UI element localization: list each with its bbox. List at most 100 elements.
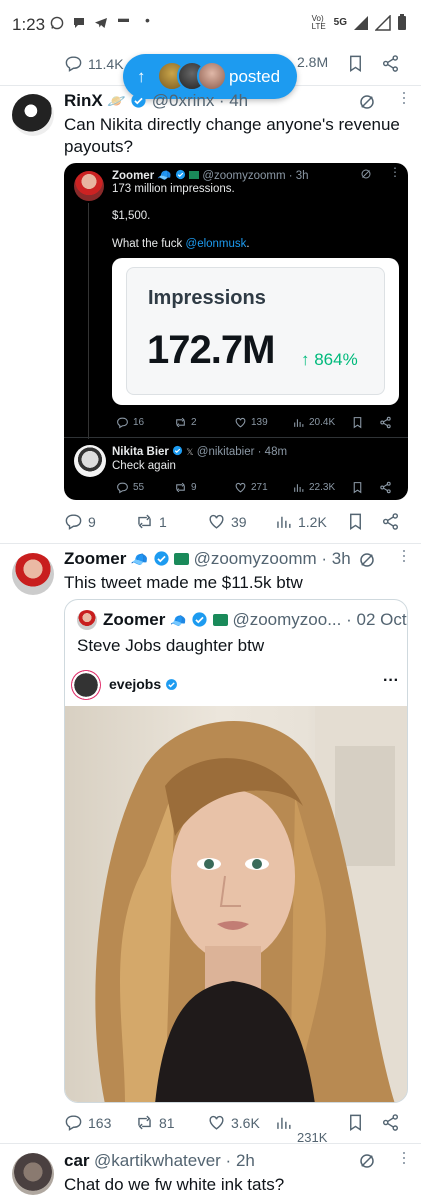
views-button: 22.3K: [292, 481, 335, 494]
more-icon: ⋮: [389, 165, 401, 179]
repost-icon: [138, 1115, 151, 1130]
views-count: 20.4K: [309, 417, 336, 428]
share-icon: [380, 481, 391, 494]
avatar: [74, 171, 104, 201]
grok-icon[interactable]: [358, 93, 376, 111]
cap-icon: 🧢: [157, 170, 172, 182]
views-icon: [277, 1117, 291, 1129]
repost-button: 2: [174, 416, 197, 429]
views-count[interactable]: 2.8M: [297, 54, 328, 70]
impressions-value: 172.7M: [147, 328, 275, 372]
grok-icon[interactable]: [358, 1152, 376, 1170]
views-icon: [294, 484, 304, 492]
reply-button: 55: [116, 481, 144, 494]
author-handle: @zoomyzoomm · 3h: [202, 170, 309, 182]
bookmark-button: [351, 416, 364, 429]
grok-icon[interactable]: [358, 551, 376, 569]
repost-icon: [176, 417, 185, 428]
views-count: 22.3K: [309, 482, 336, 493]
volte-label: Vo) LTE: [311, 13, 326, 31]
more-icon[interactable]: ···: [394, 548, 415, 563]
like-count: 3.6K: [231, 1114, 260, 1131]
like-button: 139: [234, 416, 268, 429]
repost-icon: [138, 514, 151, 529]
more-icon[interactable]: ···: [394, 1150, 415, 1165]
battery-icon: [398, 14, 406, 30]
impressions-card: Impressions 172.7M ↑ 864%: [112, 258, 399, 405]
like-button[interactable]: 39: [207, 512, 247, 531]
repost-count: 9: [191, 482, 197, 493]
author-handle[interactable]: @zoomyzoomm · 3h: [194, 549, 351, 568]
like-button[interactable]: 3.6K: [207, 1113, 260, 1132]
views-button[interactable]: [274, 1113, 293, 1132]
tweet-text: Can Nikita directly change anyone's reve…: [64, 115, 400, 156]
views-count-label: 2.8M: [297, 54, 329, 70]
embedded-header: Zoomer 🧢 @zoomyzoomm · 3h: [112, 168, 309, 182]
reply-count: 11.4K: [88, 55, 124, 72]
chat-bubble-icon: [72, 16, 86, 33]
quote-tweet[interactable]: Zoomer 🧢 @zoomyzoo... · 02 Oct Steve Job…: [64, 599, 408, 1103]
repost-button[interactable]: 1: [135, 512, 167, 531]
reply-icon: [117, 482, 128, 494]
cap-icon: 🧢: [170, 613, 187, 628]
cap-icon: 🧢: [130, 551, 149, 567]
views-count: 1.2K: [298, 513, 327, 530]
author-handle[interactable]: @kartikwhatever · 2h: [94, 1151, 255, 1170]
repost-count: 81: [159, 1114, 175, 1131]
reply-button[interactable]: 163: [64, 1113, 111, 1132]
share-icon: [380, 416, 391, 429]
heart-icon: [235, 417, 246, 428]
share-button[interactable]: [381, 1113, 400, 1132]
more-icon: ···: [383, 672, 399, 689]
more-icon[interactable]: ···: [394, 90, 415, 105]
repost-button[interactable]: 81: [135, 1113, 175, 1132]
share-button[interactable]: [381, 512, 400, 531]
embedded-image[interactable]: Zoomer 🧢 @zoomyzoomm · 3h ⋮ 173 million …: [64, 163, 408, 500]
whatsapp-icon: [50, 16, 64, 33]
share-button[interactable]: [381, 54, 400, 73]
reply-count: 16: [133, 417, 145, 428]
share-button: [379, 481, 392, 494]
reply-count: 163: [88, 1114, 112, 1131]
author-handle[interactable]: @0xrinx: [152, 91, 215, 110]
author-name[interactable]: Zoomer: [64, 549, 126, 568]
mention-link: @elonmusk: [185, 238, 247, 250]
planet-emoji-icon: 🪐: [107, 93, 126, 110]
instagram-header: evejobs ···: [65, 664, 407, 706]
portrait-illustration: [95, 706, 407, 1102]
repost-button: 9: [174, 481, 197, 494]
reply-text: Check again: [112, 460, 176, 472]
tweet-actions: 9 1 39 1.2K: [0, 512, 421, 538]
ig-username: evejobs: [109, 676, 178, 692]
avatar[interactable]: [12, 94, 54, 136]
avatar[interactable]: [12, 1153, 54, 1195]
share-icon: [382, 1114, 399, 1131]
views-button[interactable]: 1.2K: [274, 512, 327, 531]
reply-button[interactable]: 9: [64, 512, 96, 531]
bookmark-button: [351, 481, 364, 494]
reply-button[interactable]: 11.4K: [64, 54, 124, 73]
share-icon: [382, 55, 399, 72]
heart-icon: [209, 1115, 224, 1130]
reply-icon: [65, 514, 82, 530]
embedded-line: What the fuck @elonmusk.: [112, 238, 250, 250]
ig-user-label: evejobs: [109, 676, 162, 692]
reply-header: Nikita Bier 𝕏 @nikitabier · 48m: [112, 445, 287, 458]
author-name: Nikita Bier: [112, 446, 169, 458]
divider: [64, 437, 408, 438]
status-bar: 1:23 ▬ • Vo) LTE 5G: [0, 0, 421, 46]
pill-label: posted: [229, 67, 281, 86]
author-handle: @zoomyzoo...: [232, 610, 342, 629]
verified-icon: [192, 612, 207, 627]
bookmark-icon: [350, 513, 361, 530]
bookmark-button[interactable]: [346, 512, 365, 531]
bookmark-button[interactable]: [346, 1113, 365, 1132]
quote-text: Steve Jobs daughter btw: [77, 636, 265, 655]
repost-count: 1: [159, 513, 167, 530]
bookmark-button[interactable]: [346, 54, 365, 73]
tweet-header: RinX 🪐 @0xrinx · 4h: [64, 91, 248, 111]
avatar[interactable]: [12, 553, 54, 595]
author-name[interactable]: car: [64, 1151, 90, 1170]
like-count: 139: [251, 417, 268, 428]
author-name[interactable]: RinX: [64, 91, 103, 110]
